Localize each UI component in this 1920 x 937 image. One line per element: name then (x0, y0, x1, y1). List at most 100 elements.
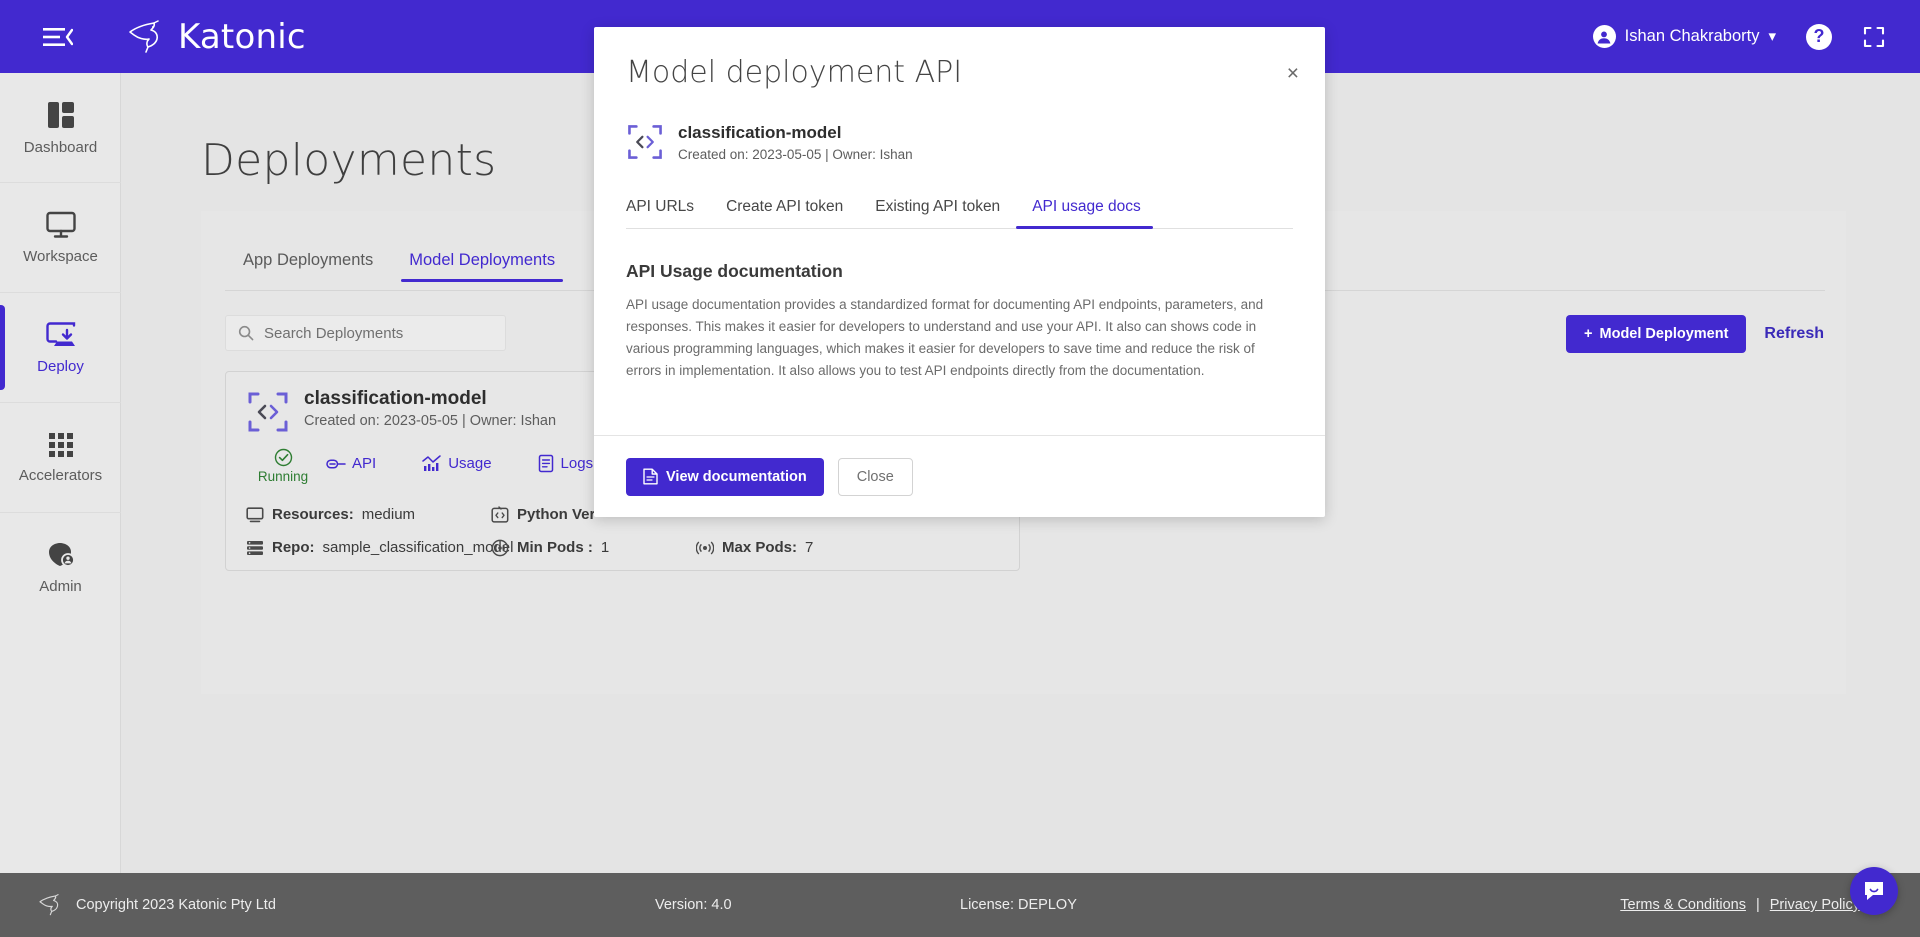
footer: Copyright 2023 Katonic Pty Ltd Version: … (0, 873, 1920, 937)
monitor-icon (45, 211, 77, 239)
tab-api-usage-docs[interactable]: API usage docs (1016, 198, 1157, 229)
tab-create-api-token[interactable]: Create API token (710, 198, 859, 228)
sidebar-item-label: Accelerators (18, 466, 103, 484)
chevron-down-icon: ▾ (1768, 28, 1776, 45)
sidebar-item-accelerators[interactable]: Accelerators (0, 403, 121, 513)
sidebar-item-label: Dashboard (23, 138, 98, 156)
document-lines-icon (538, 454, 555, 473)
logs-link[interactable]: Logs (538, 454, 594, 473)
footer-version: Version: 4.0 (655, 897, 732, 913)
detail-key: Max Pods: (722, 539, 798, 556)
sidebar-item-label: Workspace (23, 247, 98, 265)
tab-api-urls[interactable]: API URLs (626, 198, 710, 228)
detail-resources: Resources: medium (246, 506, 491, 523)
kangaroo-logo-icon (36, 894, 66, 916)
plus-icon: + (1584, 326, 1593, 342)
tab-app-deployments[interactable]: App Deployments (225, 251, 391, 282)
close-x-icon[interactable]: × (1287, 63, 1299, 84)
avatar (1592, 25, 1616, 48)
view-documentation-button[interactable]: View documentation (626, 457, 824, 496)
brand-logo[interactable]: Katonic (124, 17, 306, 57)
api-link[interactable]: API (326, 454, 376, 473)
footer-copyright-text: Copyright 2023 Katonic Pty Ltd (76, 897, 276, 913)
detail-row: Repo: sample_classification_model Min Po… (246, 531, 1003, 564)
add-model-deployment-button[interactable]: + Model Deployment (1566, 315, 1747, 353)
sidebar-item-workspace[interactable]: Workspace (0, 183, 121, 293)
apps-grid-icon (48, 432, 74, 458)
detail-value: medium (361, 506, 416, 523)
footer-links: Terms & Conditions | Privacy Policy (1620, 897, 1860, 913)
search-icon (238, 325, 254, 341)
search-deployments-box[interactable] (225, 315, 506, 351)
fullscreen-expand-icon[interactable] (1862, 25, 1886, 49)
sidebar-item-label: Deploy (37, 357, 84, 375)
usage-link-label: Usage (448, 455, 492, 472)
page-title: Deployments (201, 135, 497, 186)
add-model-deployment-label: Model Deployment (1599, 326, 1729, 342)
admin-user-shield-icon (46, 541, 76, 569)
search-input[interactable] (264, 324, 493, 342)
deploy-download-icon (45, 321, 77, 349)
modal-tabs: API URLs Create API token Existing API t… (626, 198, 1293, 229)
hamburger-menu-icon[interactable] (40, 22, 76, 52)
terms-and-conditions-link[interactable]: Terms & Conditions (1620, 897, 1746, 913)
tab-label: Existing API token (875, 198, 1001, 215)
deployment-actions: API Usage Logs (326, 454, 593, 473)
api-link-label: API (352, 455, 377, 472)
tab-label: Model Deployments (409, 251, 556, 269)
sidebar-item-deploy[interactable]: Deploy (0, 293, 121, 403)
tab-label: Create API token (726, 198, 844, 215)
status-badge: Running (250, 448, 316, 484)
deployments-tabs: App Deployments Model Deployments (225, 251, 573, 282)
link-chain-icon (326, 457, 346, 471)
pods-signal-icon (491, 539, 509, 557)
detail-value: 7 (805, 539, 814, 556)
server-stack-icon (246, 540, 264, 556)
user-name: Ishan Chakraborty (1624, 27, 1760, 45)
modal-model-meta: Created on: 2023-05-05 | Owner: Ishan (678, 147, 913, 162)
code-box-icon (491, 505, 509, 524)
monitor-icon (246, 506, 264, 523)
logs-link-label: Logs (560, 455, 594, 472)
detail-value: sample_classification_model (322, 539, 514, 556)
section-title: API Usage documentation (626, 261, 843, 281)
tab-label: API usage docs (1032, 198, 1141, 215)
brand-name: Katonic (178, 16, 306, 57)
detail-key: Python Ver (517, 506, 596, 523)
tab-model-deployments[interactable]: Model Deployments (391, 251, 573, 282)
chat-bubble-icon[interactable] (1850, 867, 1898, 915)
modal-model-text: classification-model Created on: 2023-05… (678, 123, 913, 162)
modal-body: classification-model Created on: 2023-05… (594, 123, 1325, 381)
footer-license: License: DEPLOY (960, 897, 1077, 913)
tab-label: API URLs (626, 198, 695, 215)
panel-actions: + Model Deployment Refresh (1566, 315, 1824, 353)
usage-link[interactable]: Usage (422, 454, 492, 473)
detail-key: Resources: (272, 506, 354, 523)
topbar-actions: Ishan Chakraborty ▾ ? (1592, 23, 1886, 50)
refresh-button[interactable]: Refresh (1764, 325, 1824, 343)
help-question-icon[interactable]: ? (1806, 23, 1832, 50)
user-menu[interactable]: Ishan Chakraborty ▾ (1592, 25, 1776, 48)
sidebar-item-admin[interactable]: Admin (0, 513, 121, 623)
detail-value: 1 (600, 539, 610, 556)
document-icon (643, 468, 658, 485)
section-text: API usage documentation provides a stand… (626, 297, 1264, 378)
detail-key: Repo: (272, 539, 315, 556)
code-brackets-icon (246, 390, 290, 434)
close-button[interactable]: Close (837, 457, 913, 496)
chart-bars-icon (422, 455, 442, 472)
view-documentation-label: View documentation (666, 468, 807, 485)
tab-existing-api-token[interactable]: Existing API token (859, 198, 1016, 228)
footer-copyright: Copyright 2023 Katonic Pty Ltd (36, 894, 276, 916)
detail-min-pods: Min Pods : 1 (491, 539, 696, 557)
deployment-card-titles: classification-model Created on: 2023-05… (304, 388, 556, 434)
modal-model-name: classification-model (678, 123, 842, 142)
detail-key: Min Pods : (517, 539, 593, 556)
sidebar-item-dashboard[interactable]: Dashboard (0, 73, 121, 183)
detail-max-pods: Max Pods: 7 (696, 539, 896, 557)
code-brackets-icon (626, 123, 664, 161)
modal-title: Model deployment API (626, 55, 963, 90)
privacy-policy-link[interactable]: Privacy Policy (1770, 897, 1860, 913)
dashboard-grid-icon (46, 100, 76, 130)
model-deployment-api-modal: Model deployment API × classification-mo… (594, 27, 1325, 517)
